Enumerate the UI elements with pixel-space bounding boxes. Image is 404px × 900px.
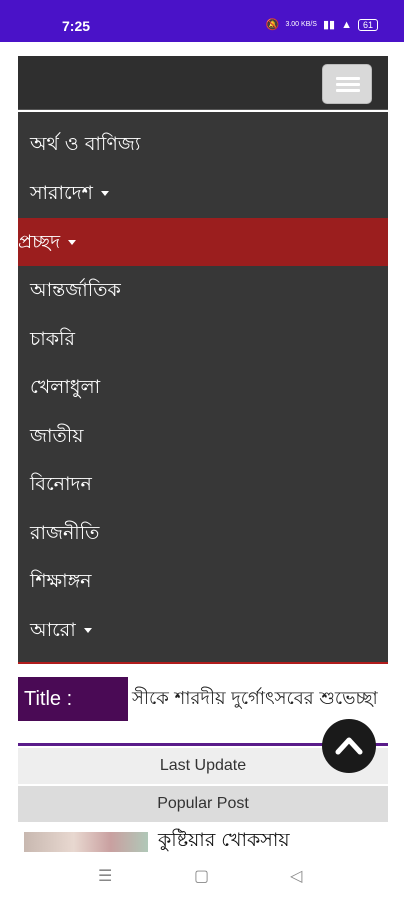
post-title[interactable]: কুষ্টিয়ার খোকসায় [158,826,290,852]
menu-item-politics[interactable]: রাজনীতি [18,509,388,557]
menu-item-label: চাকরি [30,328,75,350]
hamburger-line [336,83,360,86]
menu-item-education[interactable]: শিক্ষাঙ্গন [18,557,388,605]
system-nav-bar: ☰ ▢ ◁ [0,852,404,900]
menu-item-label: প্রচ্ছদ [18,231,61,253]
menu-item-cover[interactable]: প্রচ্ছদ [18,218,388,266]
menu-item-national[interactable]: জাতীয় [18,412,388,460]
status-icons: 🔕 3.00 KB/S ▮▮ ▲ 61 [266,18,378,31]
tab-popular-post[interactable]: Popular Post [18,786,388,822]
ticker-label: Title : [18,677,128,721]
top-navbar [18,56,388,110]
nav-menu: অর্থ ও বাণিজ্য সারাদেশ প্রচ্ছদ আন্তর্জাত… [18,112,388,664]
caret-down-icon [83,628,92,633]
menu-item-label: শিক্ষাঙ্গন [30,570,92,592]
post-thumbnail [24,832,148,852]
status-time: 7:25 [62,18,91,34]
network-speed: 3.00 KB/S [285,21,317,28]
home-icon[interactable]: ▢ [194,866,209,885]
menu-item-label: বিনোদন [30,473,92,495]
hamburger-icon [336,77,360,80]
menu-item-label: জাতীয় [30,425,84,447]
status-bar: 7:25 🔕 3.00 KB/S ▮▮ ▲ 61 [0,0,404,42]
news-ticker: Title : সীকে শারদীয় দুর্গোৎসবের শুভেচ্ছ… [18,677,388,721]
menu-item-label: আরো [30,619,76,641]
caret-down-icon [100,191,109,196]
back-icon[interactable]: ◁ [290,866,302,885]
menu-item-country[interactable]: সারাদেশ [18,169,388,217]
battery-icon: 61 [357,18,378,31]
menu-item-label: আন্তর্জাতিক [30,279,121,301]
menu-item-label: সারাদেশ [30,182,93,204]
hamburger-line [336,89,360,92]
menu-item-sports[interactable]: খেলাধুলা [18,363,388,411]
chevron-up-icon [335,737,363,755]
menu-item-business[interactable]: অর্থ ও বাণিজ্য [18,120,388,168]
menu-item-label: অর্থ ও বাণিজ্য [30,133,141,155]
ticker-text[interactable]: সীকে শারদীয় দুর্গোৎসবের শুভেচ্ছা [130,677,388,721]
menu-toggle-button[interactable] [322,64,372,104]
menu-item-international[interactable]: আন্তর্জাতিক [18,266,388,314]
menu-item-jobs[interactable]: চাকরি [18,315,388,363]
menu-item-entertainment[interactable]: বিনোদন [18,460,388,508]
signal-icon: ▮▮ [322,19,336,31]
menu-item-label: রাজনীতি [30,522,100,544]
menu-item-more[interactable]: আরো [18,606,388,654]
wifi-icon: ▲ [341,18,352,31]
menu-item-label: খেলাধুলা [30,376,101,398]
recents-icon[interactable]: ☰ [98,866,112,885]
mute-icon: 🔕 [265,19,280,31]
caret-down-icon [68,240,77,245]
list-item[interactable]: কুষ্টিয়ার খোকসায় [18,824,388,852]
scroll-top-button[interactable] [322,719,376,773]
